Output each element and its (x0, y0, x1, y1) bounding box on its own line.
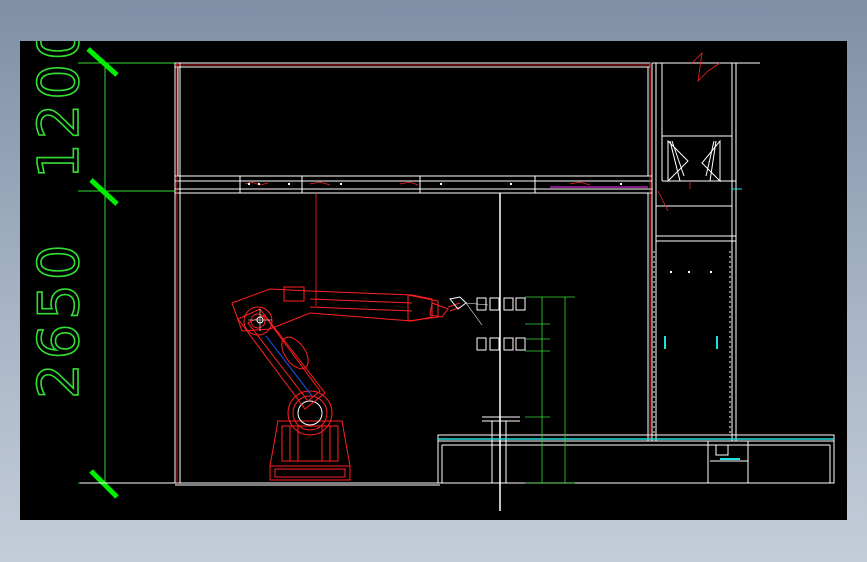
dimension-label-2650: 2650 (27, 240, 92, 399)
ceiling-markers (248, 183, 712, 273)
robot-arm (231, 286, 489, 481)
booth-structure (80, 62, 835, 511)
dimension-lines (78, 62, 178, 484)
cad-drawing-canvas[interactable]: 1200 2650 (20, 41, 847, 520)
workpiece-dimensions (525, 296, 575, 484)
dimension-ticks (86, 47, 119, 499)
frame-accents (175, 51, 721, 483)
dimension-label-1200: 1200 (27, 41, 92, 179)
color-accents (438, 186, 834, 460)
